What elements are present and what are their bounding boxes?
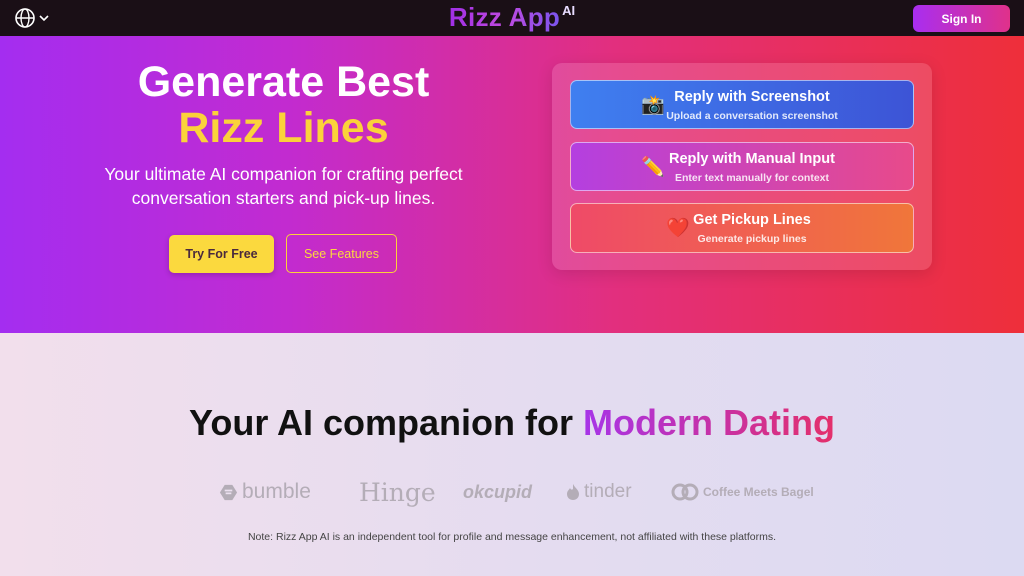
- section-heading-plain: Your AI companion for: [189, 402, 573, 443]
- section-heading: Your AI companion for Modern Dating: [0, 402, 1024, 444]
- bumble-logo: bumble: [219, 478, 311, 506]
- globe-icon: [15, 8, 35, 28]
- option-title: Get Pickup Lines: [693, 212, 811, 228]
- option-description: Enter text manually for context: [674, 172, 830, 184]
- hero-title-line2: Rizz Lines: [178, 104, 389, 152]
- cmb-rings-icon: [671, 483, 699, 501]
- hero-subtitle-line2: conversation starters and pick-up lines.: [131, 188, 436, 208]
- bumble-hexagon-icon: [219, 484, 238, 500]
- top-bar: Rizz App AI Sign In: [0, 0, 1024, 36]
- logo-text: Coffee Meets Bagel: [703, 485, 814, 499]
- hero-title-line1: Generate Best: [137, 58, 430, 106]
- dating-apps-section: Your AI companion for Modern Dating bumb…: [0, 333, 1024, 576]
- hero-subtitle: Your ultimate AI companion for crafting …: [0, 162, 567, 210]
- option-title: Reply with Screenshot: [674, 89, 830, 105]
- logo-text: tinder: [584, 481, 632, 502]
- brand-logo: Rizz App AI: [0, 2, 1024, 33]
- option-description: Upload a conversation screenshot: [666, 110, 838, 122]
- chevron-down-icon: [39, 15, 49, 22]
- sign-in-button[interactable]: Sign In: [913, 5, 1010, 32]
- reply-manual-input-option[interactable]: ✏️ Reply with Manual Input Enter text ma…: [570, 142, 914, 191]
- coffee-meets-bagel-logo: Coffee Meets Bagel: [671, 478, 814, 506]
- option-description: Generate pickup lines: [697, 233, 807, 245]
- get-pickup-lines-option[interactable]: ❤️ Get Pickup Lines Generate pickup line…: [570, 203, 914, 253]
- option-title: Reply with Manual Input: [669, 151, 835, 167]
- okcupid-logo: okcupid: [463, 478, 532, 506]
- try-for-free-button[interactable]: Try For Free: [169, 235, 274, 273]
- hinge-logo: Hinge: [359, 477, 436, 507]
- language-selector[interactable]: [14, 7, 54, 29]
- tinder-logo: tinder: [566, 478, 632, 506]
- options-panel: 📸 Reply with Screenshot Upload a convers…: [552, 63, 932, 270]
- flame-icon: [567, 484, 579, 500]
- logo-text: Hinge: [359, 477, 436, 507]
- hero-subtitle-line1: Your ultimate AI companion for crafting …: [104, 164, 463, 184]
- logo-text: bumble: [242, 480, 311, 503]
- disclaimer-note: Note: Rizz App AI is an independent tool…: [247, 531, 777, 543]
- see-features-button[interactable]: See Features: [286, 234, 397, 273]
- section-heading-highlight: Modern Dating: [583, 402, 835, 443]
- logo-text: okcupid: [463, 481, 533, 502]
- hero-section: Generate Best Rizz Lines Your ultimate A…: [0, 36, 1024, 333]
- brand-suffix: AI: [562, 3, 576, 18]
- brand-name: Rizz App: [448, 2, 561, 32]
- reply-screenshot-option[interactable]: 📸 Reply with Screenshot Upload a convers…: [570, 80, 914, 129]
